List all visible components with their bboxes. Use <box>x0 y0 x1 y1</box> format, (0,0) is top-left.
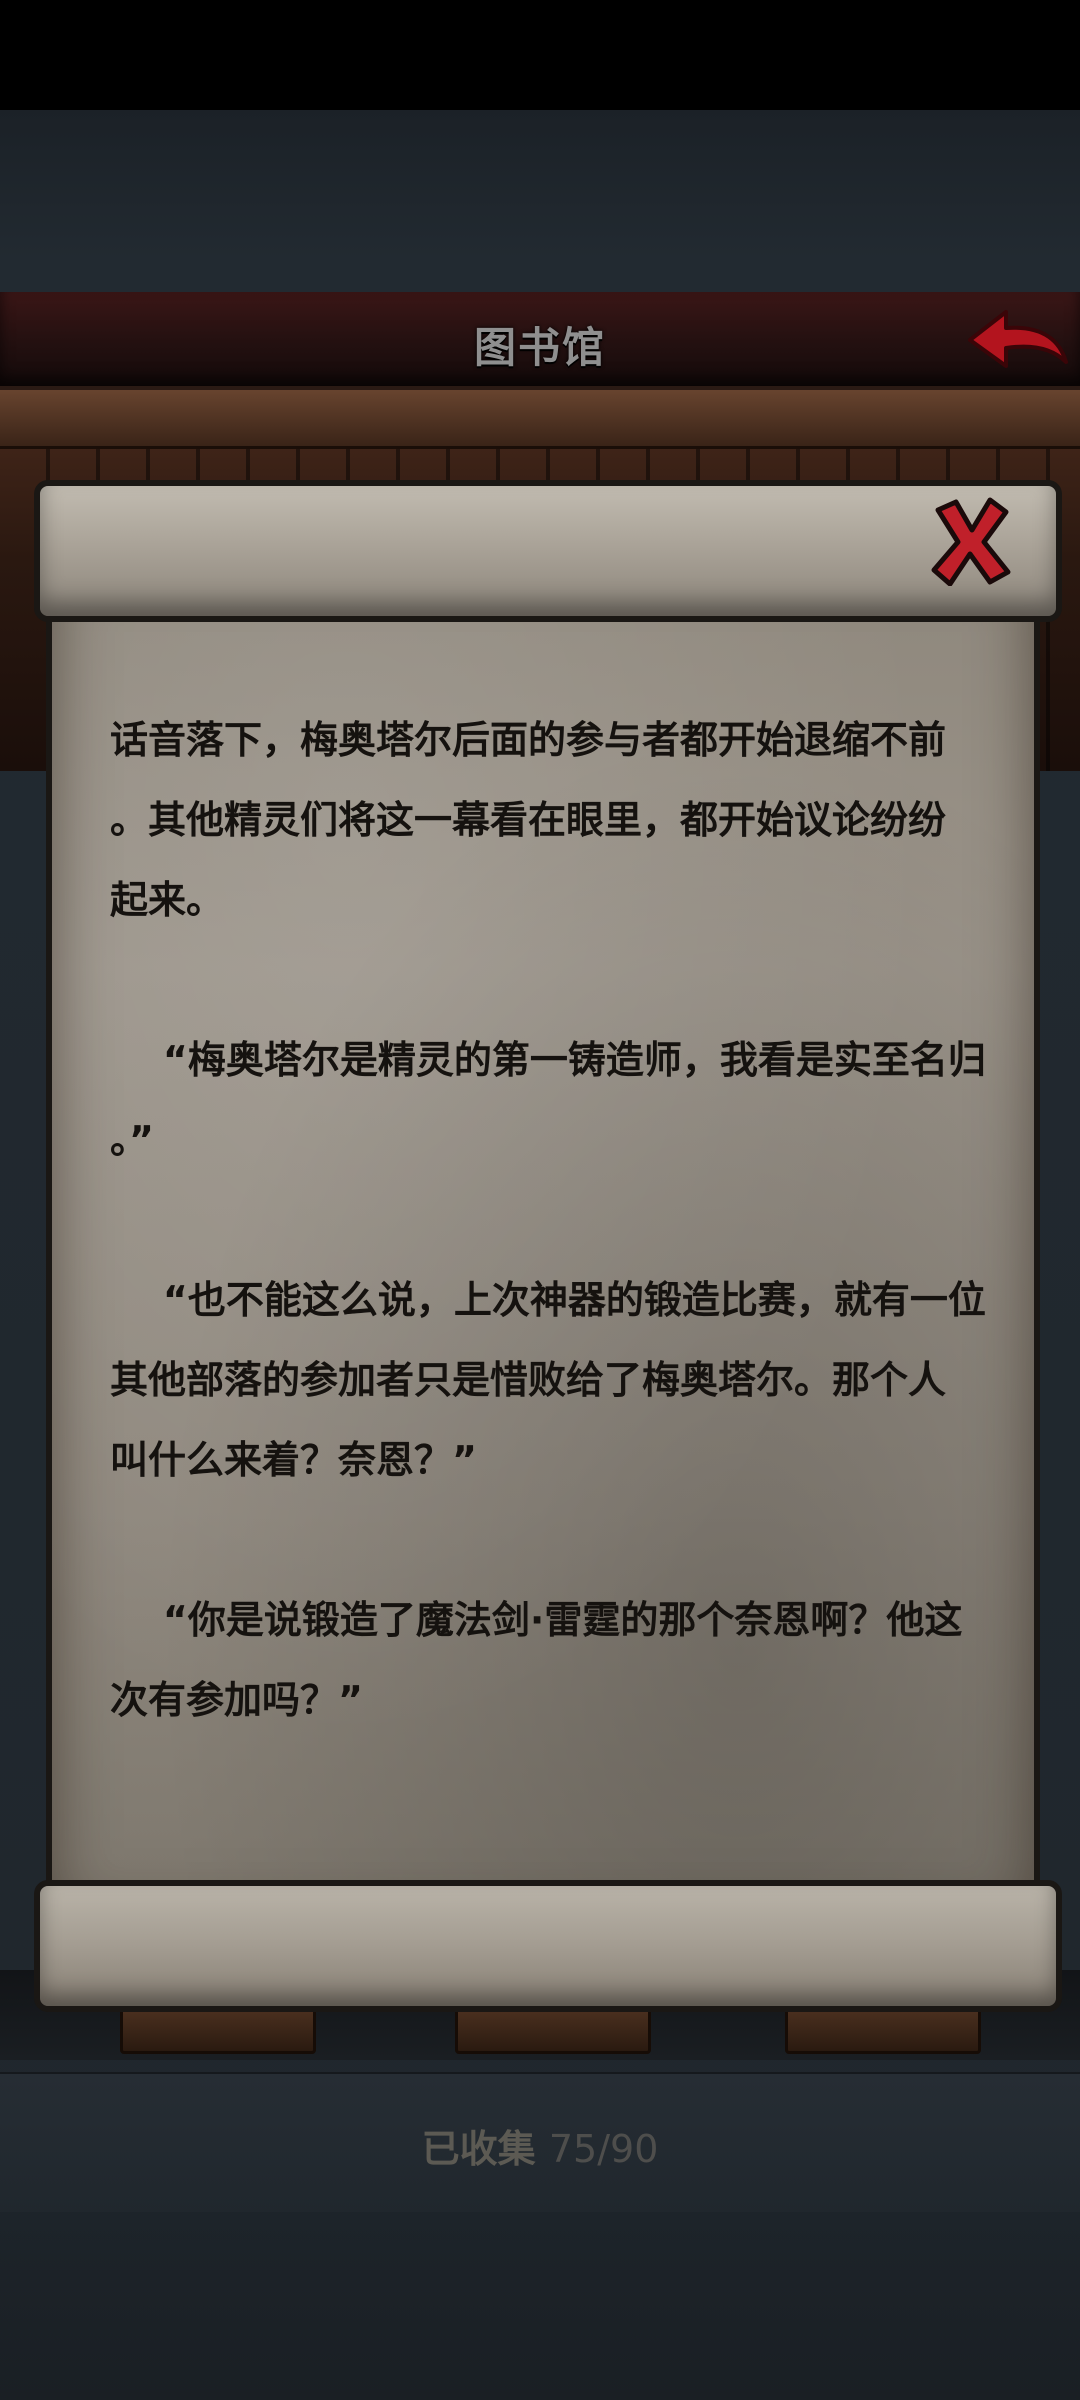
scroll-bottom-roll <box>34 1880 1062 2012</box>
back-arrow-icon <box>968 310 1068 368</box>
collection-progress: 已收集 75/90 <box>0 2118 1080 2173</box>
collected-label: 已收集 <box>421 2127 536 2171</box>
bottom-area <box>0 2212 1080 2400</box>
screen: 图书馆 话音落下，梅奥塔尔后面的参与者都开始退缩不前 。其他精灵们将这一幕看在眼… <box>0 0 1080 2400</box>
library-trim <box>0 386 1080 449</box>
story-paragraph: “你是说锻造了魔法剑·雷霆的那个奈恩啊？他这 次有参加吗？” <box>110 1598 963 1722</box>
close-button[interactable] <box>928 496 1012 587</box>
story-paragraph: “梅奥塔尔是精灵的第一铸造师，我看是实至名归 。” <box>110 1038 986 1162</box>
header-bar: 图书馆 <box>0 292 1080 390</box>
story-text: 话音落下，梅奥塔尔后面的参与者都开始退缩不前 。其他精灵们将这一幕看在眼里，都开… <box>110 700 990 1820</box>
collected-count: 75/90 <box>548 2127 659 2171</box>
page-title: 图书馆 <box>473 323 606 372</box>
story-paragraph: “也不能这么说，上次神器的锻造比赛，就有一位 其他部落的参加者只是惜败给了梅奥塔… <box>110 1278 986 1482</box>
scroll-top-roll <box>34 480 1062 622</box>
close-x-icon <box>931 497 1011 587</box>
collection-footer: 已收集 75/90 <box>0 2072 1080 2216</box>
back-button[interactable] <box>962 300 1072 380</box>
status-bar-area <box>0 0 1080 110</box>
story-paragraph: 话音落下，梅奥塔尔后面的参与者都开始退缩不前 。其他精灵们将这一幕看在眼里，都开… <box>110 718 947 922</box>
